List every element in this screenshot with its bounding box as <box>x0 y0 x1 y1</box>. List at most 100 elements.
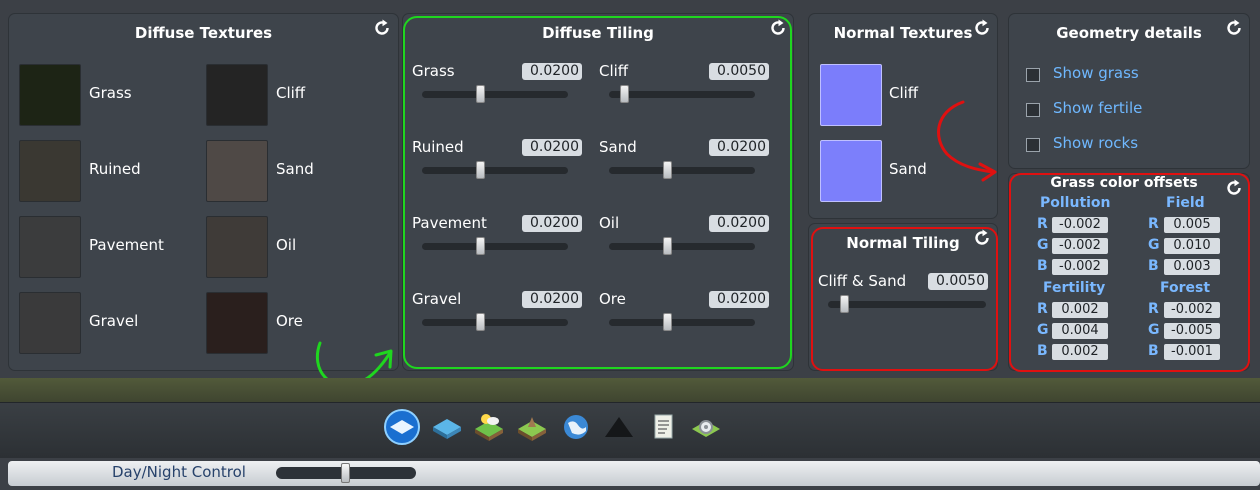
offset-value-field[interactable]: 0.002 <box>1052 344 1108 360</box>
offset-channel-label: R <box>1148 216 1159 232</box>
normal-tiling-value[interactable]: 0.0050 <box>928 273 988 290</box>
tiling-slider-thumb[interactable] <box>476 237 485 255</box>
geometry-details-title: Geometry details <box>1056 24 1202 42</box>
day-night-label: Day/Night Control <box>112 463 246 481</box>
tiling-label: Cliff <box>599 62 629 80</box>
tiling-value[interactable]: 0.0200 <box>522 215 582 232</box>
texture-label: Sand <box>276 160 314 178</box>
reset-icon[interactable] <box>372 18 392 38</box>
texture-swatch-oil[interactable] <box>206 216 268 278</box>
texture-swatch-cliff[interactable] <box>206 64 268 126</box>
checkbox[interactable] <box>1026 68 1040 82</box>
settings-icon[interactable] <box>688 409 724 445</box>
tiling-label: Oil <box>599 214 620 232</box>
reset-icon[interactable] <box>768 18 788 38</box>
tiling-slider-track[interactable] <box>609 243 755 250</box>
tiling-slider-thumb[interactable] <box>663 237 672 255</box>
texture-swatch-pavement[interactable] <box>19 216 81 278</box>
tiling-slider-track[interactable] <box>609 167 755 174</box>
tiling-slider-thumb[interactable] <box>620 85 629 103</box>
texture-swatch-gravel[interactable] <box>19 292 81 354</box>
tiling-slider-thumb[interactable] <box>663 161 672 179</box>
reset-icon[interactable] <box>1224 18 1244 38</box>
offset-value-field[interactable]: 0.005 <box>1164 217 1220 233</box>
texture-swatch-ruined[interactable] <box>19 140 81 202</box>
offset-channel-label: G <box>1148 322 1160 338</box>
offset-channel-label: B <box>1037 343 1048 359</box>
day-night-slider-thumb[interactable] <box>341 463 350 483</box>
tiling-slider-thumb[interactable] <box>476 161 485 179</box>
offset-value-field[interactable]: -0.002 <box>1052 217 1108 233</box>
tiling-slider-track[interactable] <box>422 243 568 250</box>
normal-texture-label: Cliff <box>889 84 919 102</box>
diffuse-textures-title: Diffuse Textures <box>134 24 273 42</box>
tiling-value[interactable]: 0.0200 <box>522 291 582 308</box>
normal-tiling-slider-track[interactable] <box>828 301 986 308</box>
reset-icon[interactable] <box>1224 178 1244 198</box>
geometry-option-row[interactable]: Show fertile <box>1026 99 1226 119</box>
offset-channel-label: G <box>1037 322 1049 338</box>
offset-value-field[interactable]: -0.001 <box>1164 344 1220 360</box>
tiling-slider-thumb[interactable] <box>476 313 485 331</box>
offset-channel-label: R <box>1037 216 1048 232</box>
normal-swatch-cliff[interactable] <box>820 64 882 126</box>
reset-icon[interactable] <box>972 18 992 38</box>
document-icon[interactable] <box>645 409 681 445</box>
ground-icon[interactable] <box>514 409 550 445</box>
normal-swatch-sand[interactable] <box>820 140 882 202</box>
texture-label: Ruined <box>89 160 141 178</box>
offset-value-field[interactable]: -0.002 <box>1164 302 1220 318</box>
tiling-slider-track[interactable] <box>609 91 755 98</box>
normal-tiling-label: Cliff & Sand <box>818 272 907 290</box>
geometry-option-label[interactable]: Show grass <box>1053 64 1139 82</box>
terrain-icon[interactable] <box>384 409 420 445</box>
geometry-option-label[interactable]: Show rocks <box>1053 134 1138 152</box>
tiling-slider-thumb[interactable] <box>476 85 485 103</box>
texture-swatch-grass[interactable] <box>19 64 81 126</box>
texture-label: Gravel <box>89 312 139 330</box>
tiling-value[interactable]: 0.0200 <box>522 63 582 80</box>
tiling-slider-track[interactable] <box>422 91 568 98</box>
offset-group-name: Fertility <box>1043 280 1106 296</box>
tiling-slider-track[interactable] <box>422 319 568 326</box>
water-icon[interactable] <box>429 409 465 445</box>
offset-channel-label: B <box>1037 258 1048 274</box>
tiling-value[interactable]: 0.0200 <box>709 215 769 232</box>
tiling-label: Ruined <box>412 138 464 156</box>
checkbox[interactable] <box>1026 138 1040 152</box>
tiling-slider-track[interactable] <box>422 167 568 174</box>
normal-texture-label: Sand <box>889 160 927 178</box>
texture-label: Grass <box>89 84 132 102</box>
tiling-value[interactable]: 0.0200 <box>522 139 582 156</box>
texture-swatch-sand[interactable] <box>206 140 268 202</box>
day-night-bar: Day/Night Control <box>8 461 1260 486</box>
red-arrow-annotation <box>937 100 997 182</box>
sun-weather-icon[interactable] <box>471 409 507 445</box>
offset-value-field[interactable]: 0.010 <box>1164 238 1220 254</box>
geometry-option-row[interactable]: Show grass <box>1026 64 1226 84</box>
tiling-value[interactable]: 0.0200 <box>709 139 769 156</box>
geometry-option-row[interactable]: Show rocks <box>1026 134 1226 154</box>
reset-icon[interactable] <box>972 228 992 248</box>
tiling-value[interactable]: 0.0200 <box>709 291 769 308</box>
tiling-label: Gravel <box>412 290 462 308</box>
offset-value-field[interactable]: -0.002 <box>1052 259 1108 275</box>
checkbox[interactable] <box>1026 103 1040 117</box>
offset-value-field[interactable]: 0.004 <box>1052 323 1108 339</box>
texture-swatch-ore[interactable] <box>206 292 268 354</box>
tiling-slider-thumb[interactable] <box>663 313 672 331</box>
tiling-value[interactable]: 0.0050 <box>709 63 769 80</box>
globe-icon[interactable] <box>558 409 594 445</box>
offset-value-field[interactable]: 0.003 <box>1164 259 1220 275</box>
geometry-option-label[interactable]: Show fertile <box>1053 99 1142 117</box>
mountain-icon[interactable] <box>601 409 637 445</box>
texture-label: Cliff <box>276 84 306 102</box>
offset-value-field[interactable]: -0.005 <box>1164 323 1220 339</box>
offset-value-field[interactable]: -0.002 <box>1052 238 1108 254</box>
tiling-slider-track[interactable] <box>609 319 755 326</box>
offset-channel-label: B <box>1148 258 1159 274</box>
texture-label: Oil <box>276 236 297 254</box>
offset-value-field[interactable]: 0.002 <box>1052 302 1108 318</box>
normal-tiling-slider-thumb[interactable] <box>840 295 849 313</box>
offset-channel-label: B <box>1148 343 1159 359</box>
